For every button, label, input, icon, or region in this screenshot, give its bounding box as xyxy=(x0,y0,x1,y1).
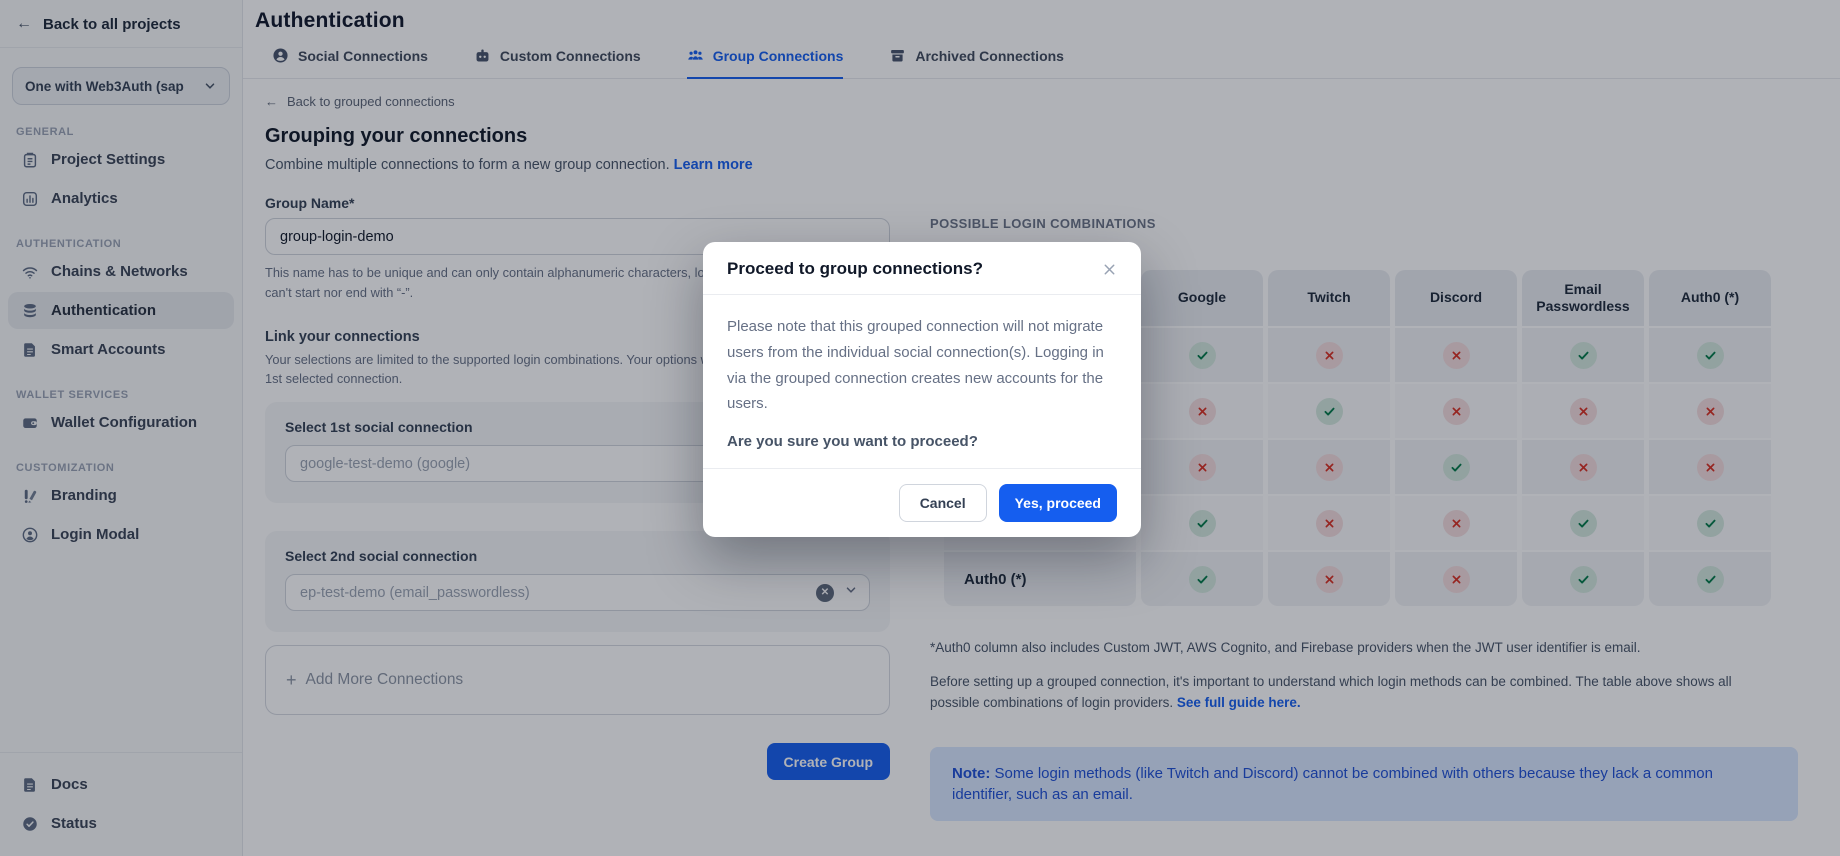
dialog-title: Proceed to group connections? xyxy=(727,259,1085,279)
close-icon[interactable] xyxy=(1097,257,1121,281)
dialog-body-text: Please note that this grouped connection… xyxy=(727,314,1117,417)
cancel-button[interactable]: Cancel xyxy=(899,484,987,522)
yes-proceed-button[interactable]: Yes, proceed xyxy=(999,484,1117,522)
app-window: ← Back to all projects One with Web3Auth… xyxy=(0,0,1840,856)
proceed-confirmation-dialog: Proceed to group connections? Please not… xyxy=(703,242,1141,537)
dialog-question: Are you sure you want to proceed? xyxy=(727,433,1117,450)
